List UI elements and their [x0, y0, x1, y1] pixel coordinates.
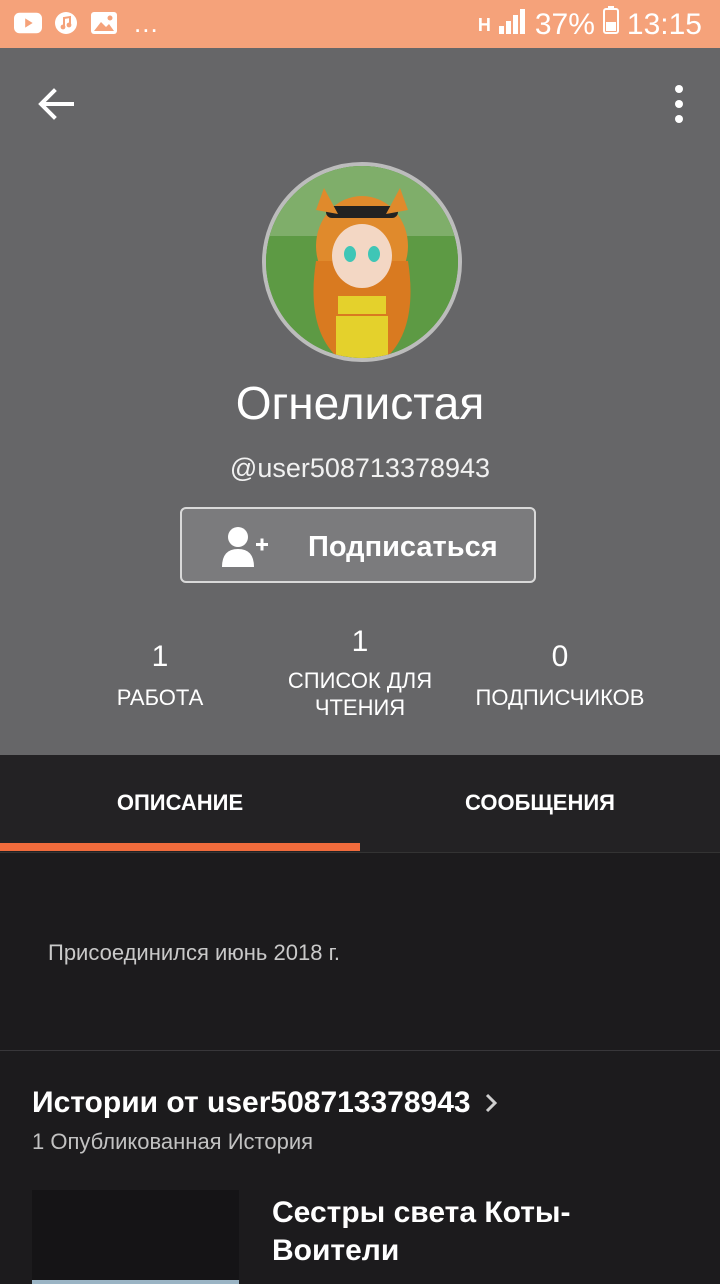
follow-button[interactable]: Подписаться — [180, 507, 536, 583]
stat-reading-list-label: СПИСОК ДЛЯ ЧТЕНИЯ — [287, 668, 433, 720]
add-user-icon — [220, 525, 272, 569]
arrow-left-icon — [38, 88, 74, 120]
divider — [0, 1050, 720, 1051]
avatar — [262, 162, 462, 362]
notification-overflow: ... — [134, 8, 159, 38]
story-cover[interactable] — [32, 1190, 239, 1284]
more-vertical-icon — [675, 85, 683, 123]
music-icon — [52, 10, 80, 36]
stat-followers-label: ПОДПИСЧИКОВ — [475, 685, 645, 710]
joined-date: Присоединился июнь 2018 г. — [48, 940, 341, 965]
stat-followers-count: 0 — [551, 640, 569, 673]
stories-section-title: Истории от user508713378943 — [32, 1086, 471, 1119]
stories-count: 1 Опубликованная История — [32, 1129, 314, 1154]
youtube-icon — [14, 10, 42, 36]
chevron-right-icon — [485, 1093, 497, 1113]
tab-description[interactable]: ОПИСАНИЕ — [0, 755, 360, 851]
follow-button-label: Подписаться — [308, 531, 498, 563]
status-bar: ... H 37% 13:15 — [0, 0, 720, 48]
stories-section-header[interactable]: Истории от user508713378943 — [32, 1086, 499, 1120]
clock: 13:15 — [626, 7, 702, 41]
active-tab-indicator — [0, 843, 360, 851]
stat-followers[interactable]: 0 ПОДПИСЧИКОВ — [460, 640, 660, 711]
story-title[interactable]: Сестры света Коты-Воители — [272, 1194, 692, 1270]
profile-username: @user508713378943 — [229, 453, 491, 483]
signal-icon — [498, 7, 527, 43]
gallery-icon — [90, 10, 118, 36]
more-options-button[interactable] — [670, 84, 688, 124]
stat-works[interactable]: 1 РАБОТА — [100, 640, 220, 711]
profile-tabs: ОПИСАНИЕ СООБЩЕНИЯ — [0, 755, 720, 853]
battery-icon — [602, 6, 619, 43]
stat-reading-list[interactable]: 1 СПИСОК ДЛЯ ЧТЕНИЯ — [270, 625, 450, 721]
profile-display-name: Огнелистая — [235, 377, 485, 429]
battery-percent: 37% — [534, 7, 595, 41]
stat-works-label: РАБОТА — [116, 685, 204, 710]
network-h-icon: H — [477, 14, 491, 35]
back-button[interactable] — [36, 84, 76, 124]
stat-works-count: 1 — [151, 640, 169, 673]
stat-reading-list-count: 1 — [351, 625, 369, 658]
tab-messages[interactable]: СООБЩЕНИЯ — [360, 755, 720, 851]
